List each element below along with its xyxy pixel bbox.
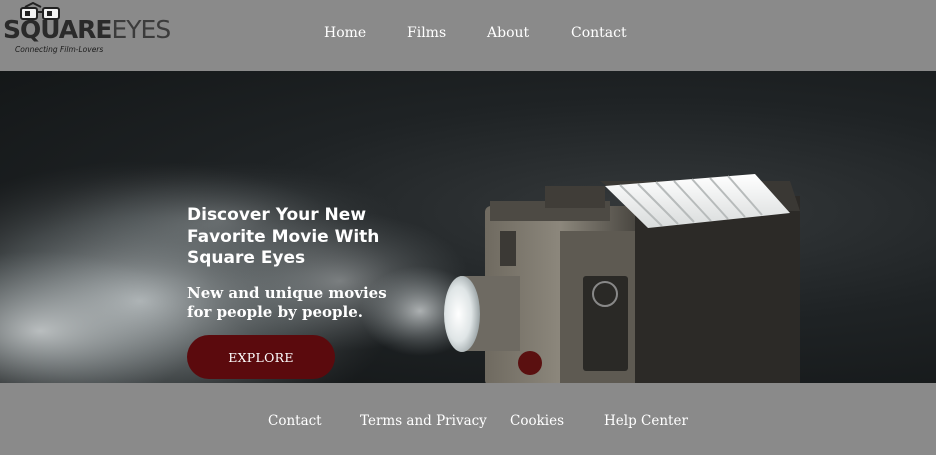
footer-link-terms-privacy[interactable]: Terms and Privacy (360, 413, 487, 429)
nav-item-contact[interactable]: Contact (571, 25, 627, 41)
nav-item-home[interactable]: Home (324, 25, 366, 41)
hero-subtitle: New and unique movies for people by peop… (187, 284, 387, 321)
footer-link-help-center[interactable]: Help Center (604, 413, 688, 429)
nav-item-films[interactable]: Films (407, 25, 446, 41)
logo-tagline: Connecting Film-Lovers (15, 45, 104, 54)
hero-title: Discover Your New Favorite Movie With Sq… (187, 205, 380, 268)
main-nav: Home Films About Contact (0, 25, 936, 45)
film-projector-icon (0, 161, 800, 383)
site-footer: Contact Terms and Privacy Cookies Help C… (0, 383, 936, 455)
site-header: SQUAREEYES Connecting Film-Lovers Home F… (0, 0, 936, 71)
hero-section: Discover Your New Favorite Movie With Sq… (0, 71, 936, 383)
nav-item-about[interactable]: About (487, 25, 529, 41)
explore-button[interactable]: EXPLORE (187, 335, 335, 379)
footer-link-contact[interactable]: Contact (268, 413, 322, 429)
footer-link-cookies[interactable]: Cookies (510, 413, 564, 429)
